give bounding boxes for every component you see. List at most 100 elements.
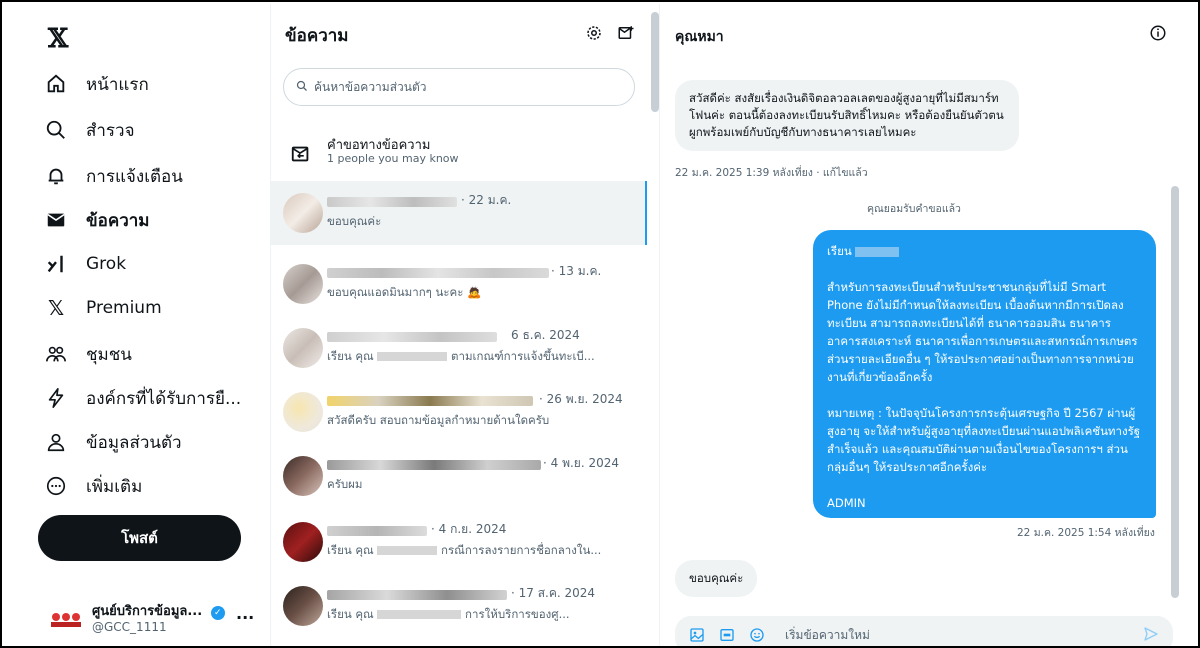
- nav-label: Grok: [86, 254, 127, 274]
- nav-item-more[interactable]: เพิ่มเติม: [44, 466, 142, 506]
- nav-item-premium[interactable]: 𝕏 Premium: [44, 288, 162, 328]
- scrollbar[interactable]: [651, 12, 659, 112]
- preview-start: เรียน คุณ: [327, 543, 374, 557]
- conversation-date: · 26 พ.ย. 2024: [539, 392, 623, 406]
- nav-label: ข้อมูลส่วนตัว: [86, 432, 182, 453]
- nav-label: สำรวจ: [86, 120, 135, 141]
- blurred-name: [327, 332, 497, 342]
- settings-gear-icon[interactable]: [585, 24, 603, 46]
- conversation-preview: สวัสดีครับ สอบถามข้อมูลกำหมายด้านใดครับ: [327, 413, 550, 427]
- conversation-preview: เรียน คุณ ตามเกณฑ์การแจ้งขึ้นทะเบี...: [327, 348, 595, 366]
- new-message-icon[interactable]: [617, 24, 635, 46]
- messages-panel: ข้อความ ค้นหาข้อความส่วนตัว คำขอทางข้อคว…: [270, 4, 660, 646]
- blurred-name-inline: [377, 610, 462, 619]
- bell-icon: [44, 164, 68, 188]
- communities-icon: [44, 342, 68, 366]
- scrollbar[interactable]: [1171, 186, 1179, 598]
- blurred-name-inline: [855, 246, 900, 257]
- nav-item-explore[interactable]: สำรวจ: [44, 110, 135, 150]
- compose-bar: เริ่มข้อความใหม่: [675, 616, 1173, 646]
- conversation-preview: เรียน คุณ กรณีการลงรายการชื่อกลางใน...: [327, 542, 601, 560]
- grok-icon: [44, 252, 68, 276]
- message-timestamp: 22 ม.ค. 2025 1:39 หลังเที่ยง · แก้ไขแล้ว: [675, 167, 868, 179]
- nav-item-notifications[interactable]: การแจ้งเตือน: [44, 156, 183, 196]
- search-icon: [296, 80, 308, 95]
- image-icon[interactable]: [687, 625, 707, 645]
- conversation-item[interactable]: 6 ธ.ค. 2024 เรียน คุณ ตามเกณฑ์การแจ้งขึ้…: [271, 316, 647, 380]
- preview-end: กรณีการลงรายการชื่อกลางใน...: [441, 543, 602, 557]
- post-button[interactable]: โพสต์: [38, 515, 241, 561]
- account-more-button[interactable]: ...: [236, 604, 254, 623]
- preview-end: ตามเกณฑ์การแจ้งขึ้นทะเบี...: [451, 349, 595, 363]
- app-window: 𝕏 หน้าแรก สำรวจ การแจ้งเตือน ข้อความ Gro…: [0, 0, 1200, 648]
- emoji-icon[interactable]: [747, 625, 767, 645]
- conversation-preview: ขอบคุณแอดมินมากๆ นะคะ 🙇: [327, 285, 482, 299]
- conversation-item[interactable]: · 22 ม.ค. ขอบคุณค่ะ: [271, 181, 647, 245]
- page-title: ข้อความ: [285, 26, 349, 46]
- conversation-item[interactable]: · 17 ส.ค. 2024 เรียน คุณ การให้บริการของ…: [271, 574, 647, 638]
- nav-label: Premium: [86, 298, 162, 318]
- outgoing-message: เรียน สำหรับการลงทะเบียนสำหรับประชาชนกลุ…: [813, 230, 1156, 518]
- signature: ADMIN: [827, 496, 866, 510]
- conversation-date: · 4 ก.ย. 2024: [431, 522, 507, 536]
- nav-item-grok[interactable]: Grok: [44, 244, 126, 284]
- request-accepted-note: คุณยอมรับคำขอแล้ว: [867, 203, 961, 215]
- home-icon: [44, 72, 68, 96]
- blurred-name-inline: [377, 546, 438, 555]
- account-switcher[interactable]: ศูนย์บริการข้อมูล... ✓ @GCC_1111 ...: [48, 596, 263, 640]
- left-navigation: 𝕏 หน้าแรก สำรวจ การแจ้งเตือน ข้อความ Gro…: [4, 4, 270, 646]
- conversation-preview: ขอบคุณค่ะ: [327, 214, 382, 228]
- blurred-name-inline: [377, 352, 448, 361]
- blurred-name: [327, 460, 541, 470]
- avatar: [283, 522, 323, 562]
- lightning-icon: [44, 386, 68, 410]
- nav-item-home[interactable]: หน้าแรก: [44, 64, 149, 104]
- nav-item-communities[interactable]: ชุมชน: [44, 334, 132, 374]
- blurred-name: [327, 268, 549, 278]
- conversation-date: · 17 ส.ค. 2024: [511, 586, 596, 600]
- mail-icon: [44, 208, 68, 232]
- conversation-date: · 4 พ.ย. 2024: [543, 456, 620, 470]
- profile-icon: [44, 430, 68, 454]
- send-icon[interactable]: [1143, 626, 1159, 646]
- preview-start: เรียน คุณ: [327, 607, 374, 621]
- preview-start: เรียน คุณ: [327, 349, 374, 363]
- nav-label: องค์กรที่ได้รับการยื...: [86, 388, 242, 409]
- compose-input[interactable]: เริ่มข้อความใหม่: [785, 626, 870, 645]
- nav-label: ข้อความ: [86, 210, 150, 231]
- nav-label: หน้าแรก: [86, 74, 149, 95]
- request-subtitle: 1 people you may know: [327, 152, 459, 165]
- message-paragraph: หมายเหตุ : ในปัจจุบันโครงการกระตุ้นเศรษฐ…: [827, 406, 1141, 474]
- conversation-date: · 13 ม.ค.: [551, 264, 602, 278]
- blurred-name: [327, 590, 507, 600]
- conversation-title: คุณหมา: [675, 29, 724, 45]
- nav-item-messages[interactable]: ข้อความ: [44, 200, 150, 240]
- verified-badge-icon: ✓: [210, 606, 225, 620]
- account-name: ศูนย์บริการข้อมูล... ✓: [92, 600, 225, 621]
- nav-item-profile[interactable]: ข้อมูลส่วนตัว: [44, 422, 182, 462]
- x-logo-icon[interactable]: 𝕏: [48, 24, 68, 54]
- gif-icon[interactable]: [717, 625, 737, 645]
- nav-label: การแจ้งเตือน: [86, 166, 183, 187]
- account-handle: @GCC_1111: [92, 620, 167, 634]
- greeting: เรียน: [827, 244, 852, 258]
- nav-label: ชุมชน: [86, 344, 132, 365]
- conversation-item[interactable]: · 4 พ.ย. 2024 ครับผม: [271, 444, 647, 508]
- incoming-message: ขอบคุณค่ะ: [675, 560, 758, 597]
- avatar: [283, 328, 323, 368]
- search-messages-input[interactable]: ค้นหาข้อความส่วนตัว: [283, 68, 635, 106]
- info-icon[interactable]: [1149, 24, 1167, 46]
- conversation-item[interactable]: · 26 พ.ย. 2024 สวัสดีครับ สอบถามข้อมูลกำ…: [271, 380, 647, 444]
- blurred-name: [327, 197, 457, 207]
- avatar: [283, 456, 323, 496]
- search-placeholder: ค้นหาข้อความส่วนตัว: [314, 79, 427, 94]
- conversation-item[interactable]: · 13 ม.ค. ขอบคุณแอดมินมากๆ นะคะ 🙇: [271, 252, 647, 316]
- message-timestamp: 22 ม.ค. 2025 1:54 หลังเที่ยง: [1017, 527, 1155, 539]
- message-requests[interactable]: คำขอทางข้อความ 1 people you may know: [271, 122, 647, 180]
- avatar: [283, 586, 323, 626]
- x-premium-icon: 𝕏: [47, 296, 65, 320]
- blurred-name: [327, 526, 427, 536]
- conversation-date: · 22 ม.ค.: [461, 193, 512, 207]
- conversation-item[interactable]: · 4 ก.ย. 2024 เรียน คุณ กรณีการลงรายการช…: [271, 510, 647, 574]
- nav-item-verified-orgs[interactable]: องค์กรที่ได้รับการยื...: [44, 378, 241, 418]
